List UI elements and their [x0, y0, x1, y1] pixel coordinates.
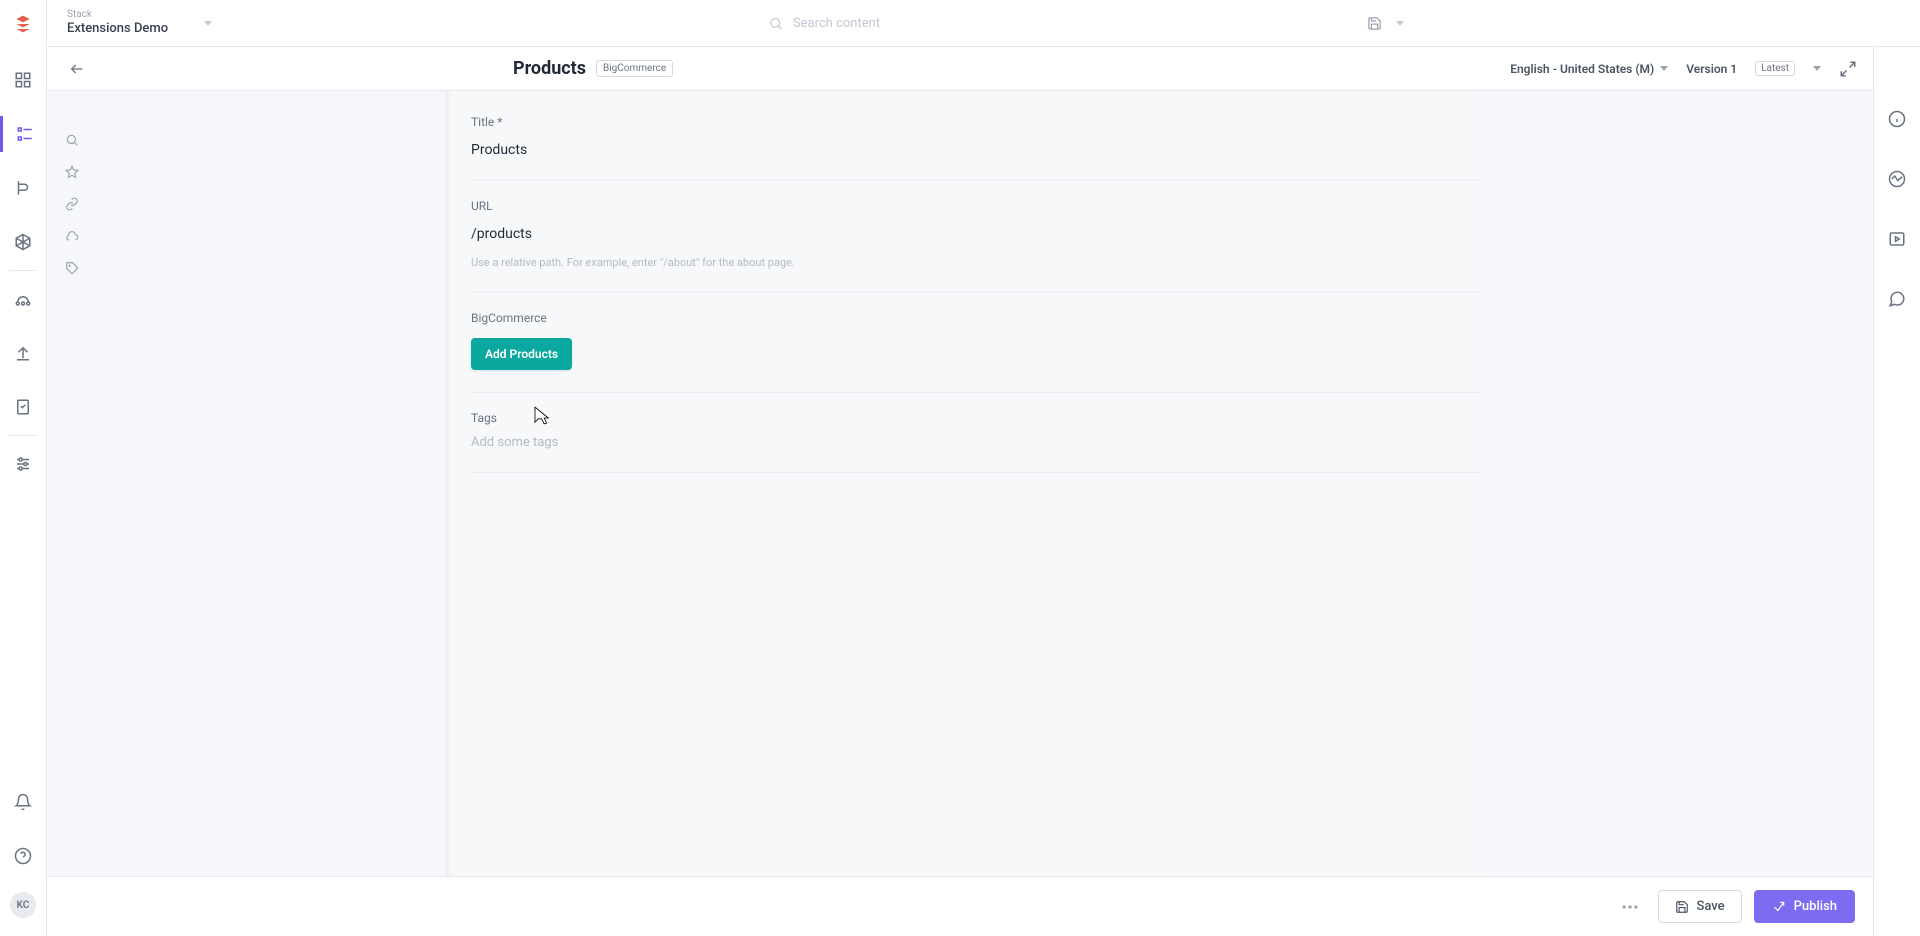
footer-bar: Save Publish — [47, 876, 1873, 936]
latest-badge: Latest — [1755, 61, 1795, 76]
save-label: Save — [1697, 899, 1725, 914]
top-bar: Stack Extensions Demo — [47, 0, 1920, 47]
left-nav-rail: KC — [0, 0, 47, 936]
content-type-badge: BigCommerce — [596, 60, 673, 77]
field-title-label: Title * — [471, 115, 1503, 129]
publish-icon — [1772, 900, 1786, 914]
releases-icon[interactable] — [0, 335, 47, 371]
url-help-text: Use a relative path. For example, enter … — [471, 256, 1503, 269]
chevron-down-icon — [1660, 66, 1668, 71]
grid-caret-icon[interactable] — [1396, 21, 1404, 26]
user-avatar[interactable]: KC — [10, 892, 36, 918]
back-button[interactable] — [63, 55, 91, 83]
save-button[interactable]: Save — [1658, 890, 1742, 923]
right-rail — [1873, 47, 1920, 936]
stack-label: Stack — [67, 9, 168, 21]
rail-divider-2 — [9, 435, 37, 436]
settings-icon[interactable] — [0, 446, 47, 482]
url-input[interactable] — [471, 226, 1503, 242]
content-models-icon[interactable] — [0, 170, 47, 206]
side-search-icon[interactable] — [59, 127, 85, 153]
field-tags-label: Tags — [471, 411, 1503, 425]
form-column: Title * URL Use a relative path. For exa… — [447, 91, 1527, 936]
publish-button[interactable]: Publish — [1754, 890, 1855, 923]
field-url-label: URL — [471, 199, 1503, 213]
field-bigcommerce: BigCommerce Add Products — [471, 292, 1503, 393]
save-icon — [1675, 900, 1689, 914]
meta-column — [1480, 91, 1873, 936]
side-link-icon[interactable] — [59, 191, 85, 217]
global-search[interactable] — [768, 16, 1153, 31]
field-bigcommerce-label: BigCommerce — [471, 311, 547, 325]
title-input[interactable] — [471, 142, 1503, 158]
publish-queue-icon[interactable] — [0, 281, 47, 317]
locale-label: English - United States (M) — [1510, 62, 1654, 76]
dashboard-icon[interactable] — [0, 62, 47, 98]
search-icon — [768, 16, 783, 31]
assets-icon[interactable] — [0, 224, 47, 260]
activity-icon[interactable] — [1885, 167, 1909, 191]
publish-label: Publish — [1794, 899, 1837, 914]
locale-selector[interactable]: English - United States (M) — [1510, 62, 1668, 76]
entries-icon[interactable] — [0, 116, 47, 152]
tasks-icon[interactable] — [0, 389, 47, 425]
entry-header-bar: Products BigCommerce English - United St… — [47, 47, 1873, 91]
entry-side-panel — [47, 91, 447, 936]
stack-selector[interactable]: Stack Extensions Demo — [67, 9, 168, 37]
side-tag-icon[interactable] — [59, 255, 85, 281]
brand-logo[interactable] — [13, 14, 33, 34]
preview-icon[interactable] — [1885, 227, 1909, 251]
notifications-icon[interactable] — [0, 784, 47, 820]
info-icon[interactable] — [1885, 107, 1909, 131]
expand-icon[interactable] — [1839, 60, 1857, 78]
rail-divider — [9, 270, 37, 271]
save-shortcut-icon[interactable] — [1367, 16, 1382, 31]
entry-title: Products — [513, 58, 586, 79]
search-input[interactable] — [793, 16, 1153, 31]
version-label: Version 1 — [1686, 62, 1737, 76]
tags-input[interactable]: Add some tags — [471, 435, 1503, 450]
add-products-button[interactable]: Add Products — [471, 338, 572, 370]
side-star-icon[interactable] — [59, 159, 85, 185]
field-tags: Tags Add some tags — [471, 393, 1503, 473]
help-icon[interactable] — [0, 838, 47, 874]
side-cloud-icon[interactable] — [59, 223, 85, 249]
more-actions-button[interactable] — [1614, 891, 1646, 923]
discussions-icon[interactable] — [1885, 287, 1909, 311]
stack-caret-icon[interactable] — [204, 21, 212, 26]
version-caret-icon[interactable] — [1813, 66, 1821, 71]
stack-name: Extensions Demo — [67, 21, 168, 37]
field-url: URL Use a relative path. For example, en… — [471, 181, 1503, 292]
field-title: Title * — [471, 113, 1503, 181]
